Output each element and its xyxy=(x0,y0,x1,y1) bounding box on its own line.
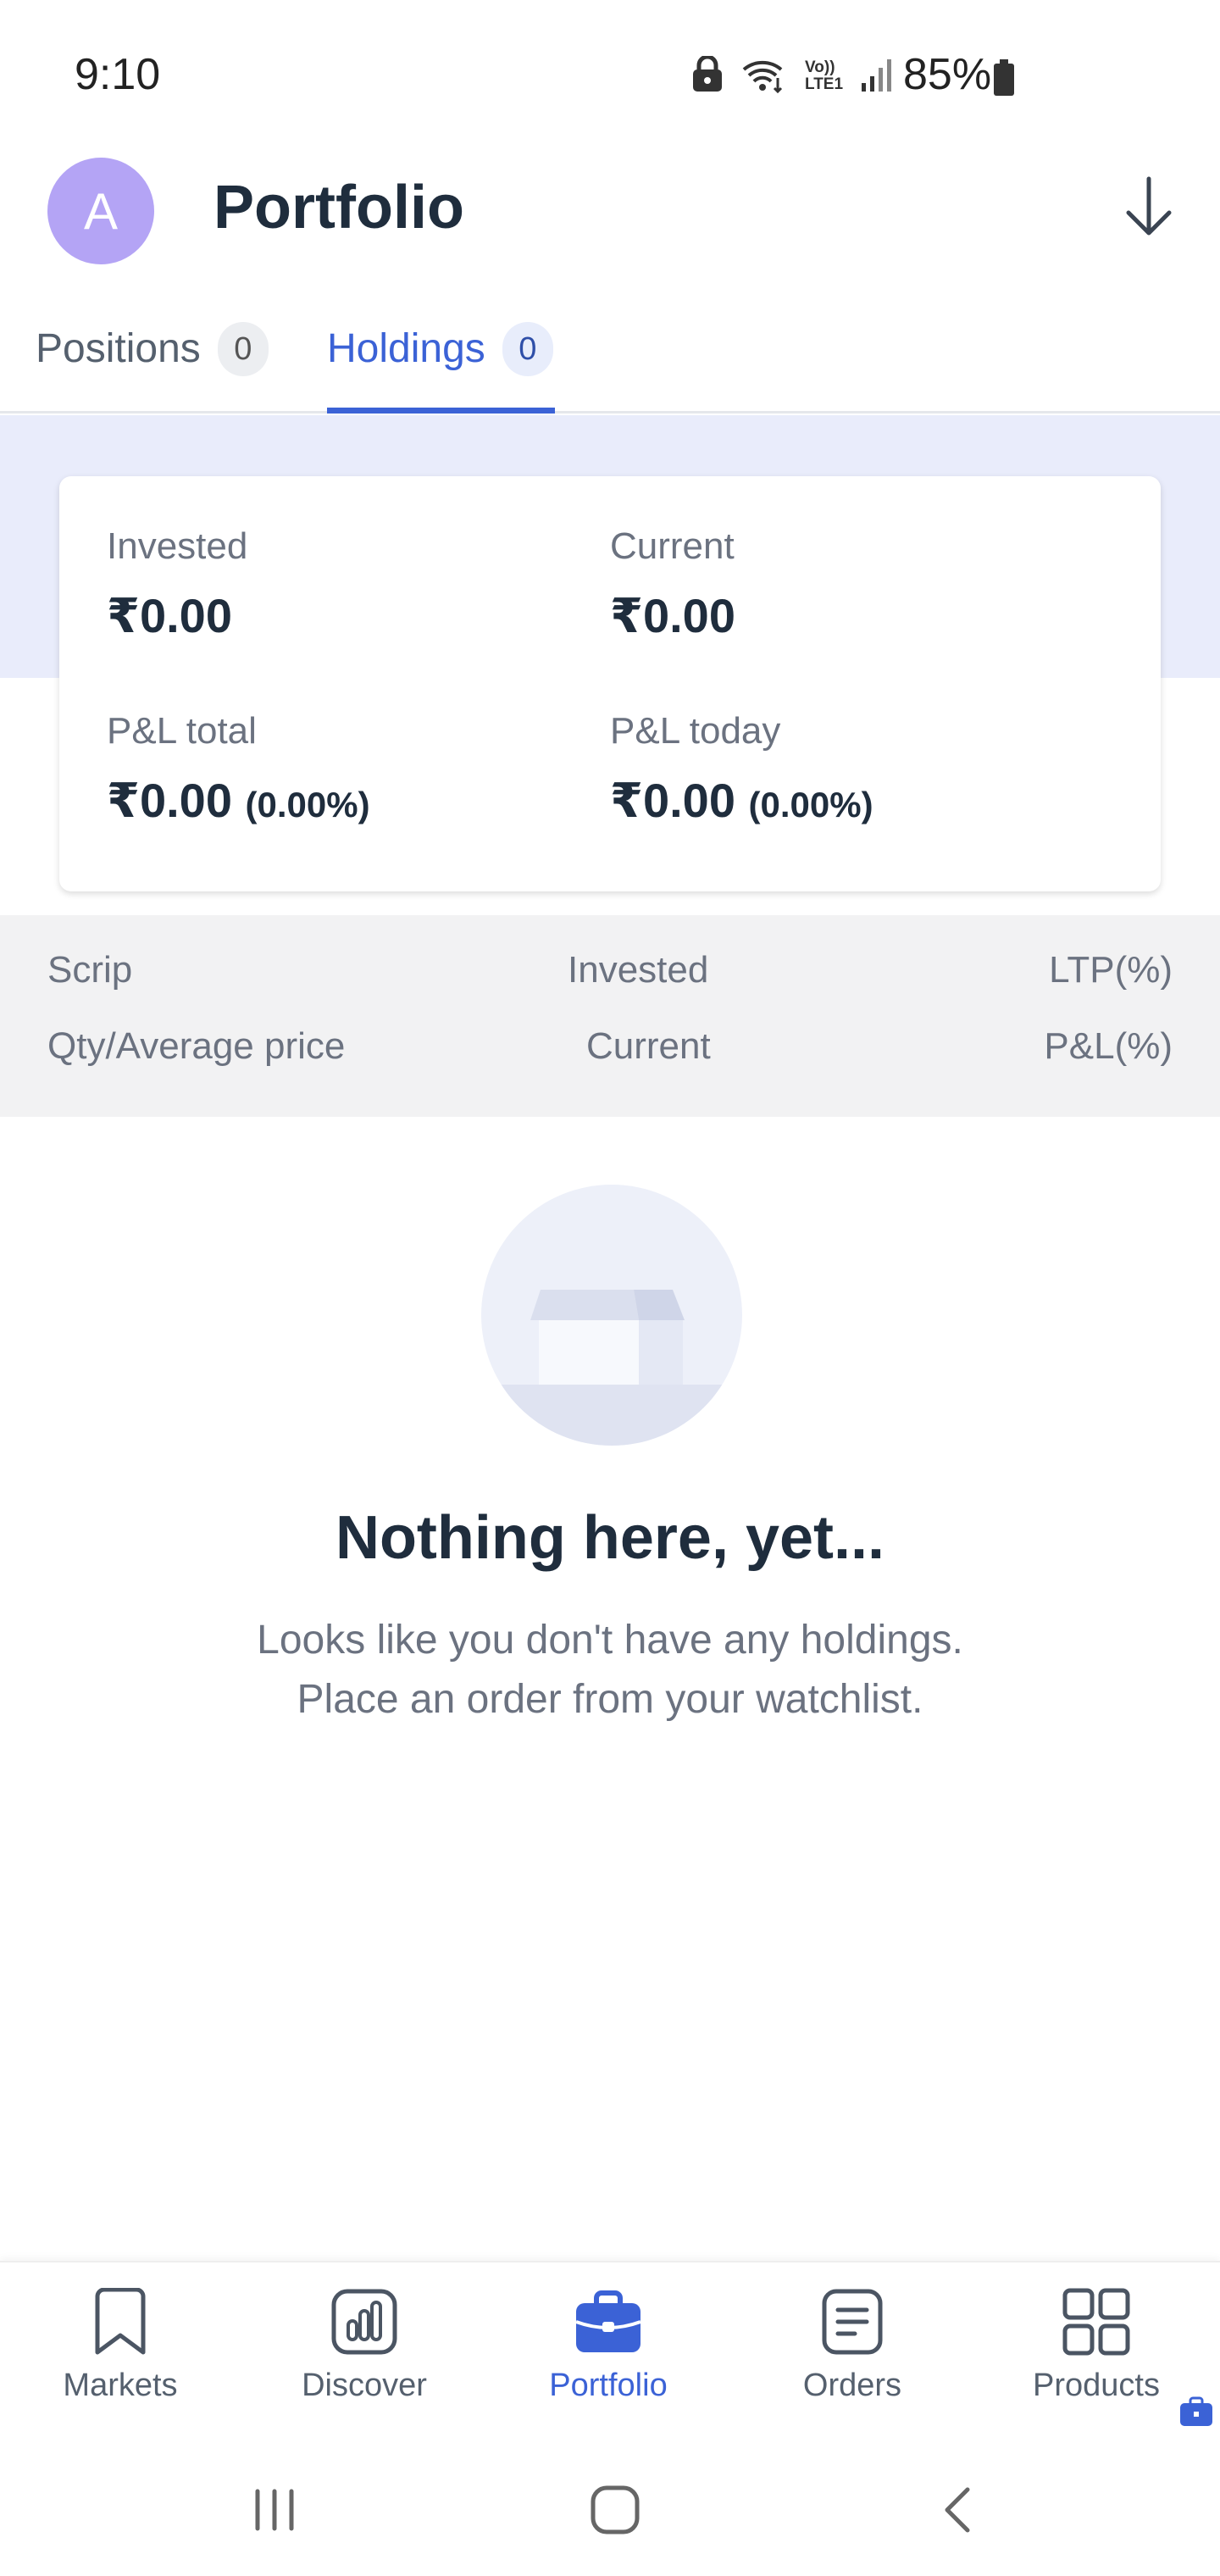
col-scrip[interactable]: Scrip xyxy=(47,949,132,991)
stat-pl-total-value: ₹0.00 xyxy=(107,774,232,827)
nav-portfolio[interactable]: Portfolio xyxy=(498,2286,718,2404)
back-button[interactable] xyxy=(923,2478,991,2545)
col-qty-avg-price[interactable]: Qty/Average price xyxy=(47,1025,345,1068)
grid-icon xyxy=(1061,2286,1132,2357)
tab-bar: Positions 0 Holdings 0 xyxy=(0,308,1220,414)
arrow-down-icon xyxy=(1123,175,1174,242)
stat-pl-today-percent: (0.00%) xyxy=(748,785,873,824)
back-icon xyxy=(940,2484,974,2540)
empty-state-message-1: Looks like you don't have any holdings. xyxy=(257,1618,963,1663)
col-pl[interactable]: P&L(%) xyxy=(1044,1025,1173,1068)
tab-positions[interactable]: Positions 0 xyxy=(36,322,269,414)
nav-discover[interactable]: Discover xyxy=(254,2286,474,2404)
stat-pl-total-percent: (0.00%) xyxy=(245,785,370,824)
empty-state-title: Nothing here, yet... xyxy=(335,1504,885,1572)
stat-current: Current ₹0.00 xyxy=(610,525,735,644)
home-button[interactable] xyxy=(581,2478,649,2545)
stat-pl-today-label: P&L today xyxy=(610,710,781,752)
empty-state-message-2: Place an order from your watchlist. xyxy=(297,1677,923,1722)
nav-products[interactable]: Products xyxy=(986,2286,1206,2404)
stat-pl-today: P&L today ₹0.00 (0.00%) xyxy=(610,710,873,829)
signal-icon xyxy=(860,56,894,97)
recent-apps-button[interactable] xyxy=(241,2478,308,2545)
wifi-icon xyxy=(740,56,788,97)
stat-invested-value: ₹0.00 xyxy=(107,589,232,642)
nav-markets-label: Markets xyxy=(63,2368,178,2403)
stat-current-value: ₹0.00 xyxy=(610,589,735,642)
status-bar: 9:10 Vo)) LTE1 85% xyxy=(0,0,1220,153)
header: A Portfolio xyxy=(0,153,1220,271)
bookmark-icon xyxy=(85,2286,156,2357)
tab-positions-label: Positions xyxy=(36,326,201,371)
col-invested[interactable]: Invested xyxy=(568,949,708,991)
tab-holdings[interactable]: Holdings 0 xyxy=(327,322,555,414)
chart-icon xyxy=(329,2286,400,2357)
recent-apps-icon xyxy=(251,2488,298,2536)
nav-orders[interactable]: Orders xyxy=(742,2286,962,2404)
download-button[interactable] xyxy=(1110,169,1188,247)
stat-pl-today-row: ₹0.00 (0.00%) xyxy=(610,773,873,829)
stat-current-label: Current xyxy=(610,525,735,567)
status-time: 9:10 xyxy=(75,50,161,99)
battery-icon xyxy=(993,59,1015,97)
stat-invested-label: Invested xyxy=(107,525,248,567)
tab-holdings-count: 0 xyxy=(502,322,553,376)
volte-icon: Vo)) LTE1 xyxy=(805,59,843,93)
col-current[interactable]: Current xyxy=(586,1025,711,1068)
system-nav-bar xyxy=(0,2442,1220,2576)
bottom-nav: Markets Discover Portfolio Orders Produc… xyxy=(0,2261,1220,2442)
briefcase-icon xyxy=(573,2286,644,2357)
lock-icon xyxy=(691,54,724,97)
summary-card: Invested ₹0.00 Current ₹0.00 P&L total ₹… xyxy=(59,476,1161,891)
stat-pl-today-value: ₹0.00 xyxy=(610,774,735,827)
empty-box-icon xyxy=(481,1185,742,1446)
volte-line-1: Vo)) xyxy=(805,58,835,76)
nav-discover-label: Discover xyxy=(302,2368,427,2403)
status-icons: Vo)) LTE1 xyxy=(691,54,894,97)
floating-briefcase-icon[interactable] xyxy=(1179,2396,1213,2427)
document-icon xyxy=(817,2286,888,2357)
stat-pl-total: P&L total ₹0.00 (0.00%) xyxy=(107,710,370,829)
stat-pl-total-label: P&L total xyxy=(107,710,257,752)
volte-line-2: LTE1 xyxy=(805,75,844,93)
nav-orders-label: Orders xyxy=(802,2368,902,2403)
nav-portfolio-label: Portfolio xyxy=(549,2368,668,2403)
tab-holdings-label: Holdings xyxy=(327,326,485,371)
nav-products-label: Products xyxy=(1033,2368,1160,2403)
nav-markets[interactable]: Markets xyxy=(10,2286,230,2404)
column-header: Scrip Invested LTP(%) Qty/Average price … xyxy=(0,915,1220,1117)
page-title: Portfolio xyxy=(214,174,464,242)
tab-positions-count: 0 xyxy=(217,322,269,376)
stat-invested: Invested ₹0.00 xyxy=(107,525,247,644)
avatar[interactable]: A xyxy=(47,158,154,264)
home-icon xyxy=(590,2484,640,2540)
col-ltp[interactable]: LTP(%) xyxy=(1049,949,1173,991)
stat-pl-total-row: ₹0.00 (0.00%) xyxy=(107,773,370,829)
battery-percent: 85% xyxy=(903,50,992,99)
